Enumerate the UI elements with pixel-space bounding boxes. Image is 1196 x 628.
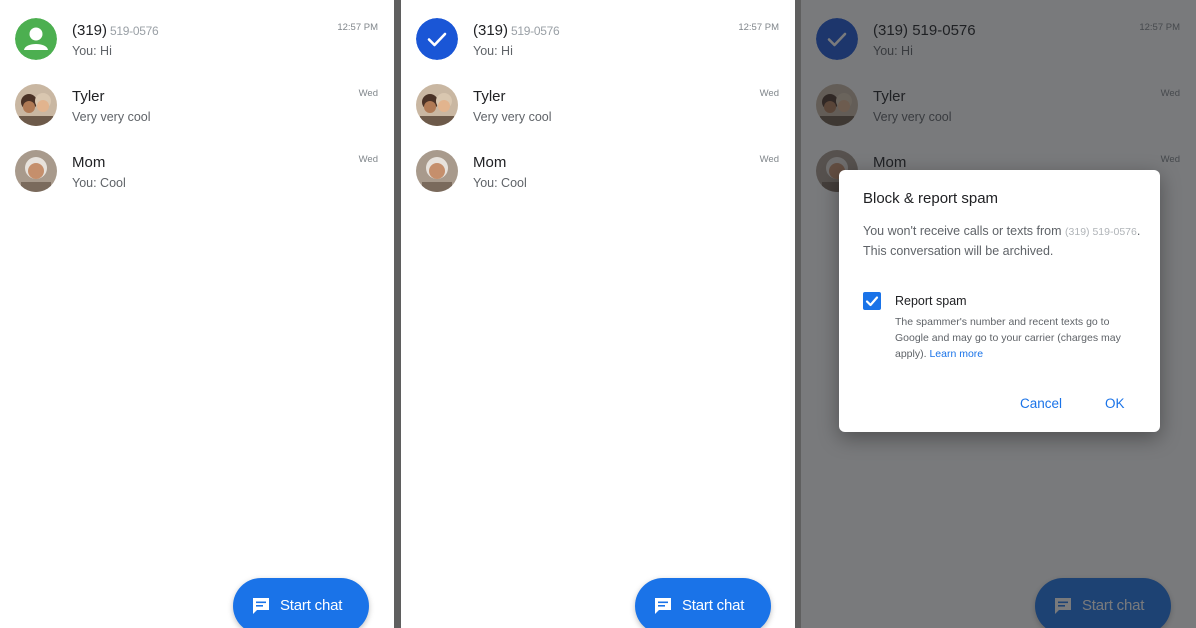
mom-avatar [15, 150, 57, 192]
conversation-time: Wed [759, 88, 779, 99]
ok-button[interactable]: OK [1105, 396, 1125, 411]
conversation-name: (319) 519-0576 [72, 22, 159, 39]
report-spam-checkbox[interactable] [863, 292, 881, 310]
conversation-preview: Very very cool [72, 110, 151, 124]
report-spam-label: Report spam [895, 294, 967, 308]
conversation-time: 12:57 PM [738, 22, 779, 33]
cancel-button[interactable]: Cancel [1020, 396, 1062, 411]
tyler-avatar [416, 84, 458, 126]
mom-avatar [416, 150, 458, 192]
conversation-preview: You: Cool [473, 176, 527, 190]
conversation-time: Wed [759, 154, 779, 165]
tyler-avatar [15, 84, 57, 126]
start-chat-button[interactable]: Start chat [635, 578, 771, 628]
contact-avatar-icon [15, 18, 57, 60]
conversation-name: Tyler [473, 88, 506, 105]
dialog-body: You won't receive calls or texts from (3… [863, 224, 1141, 258]
learn-more-link[interactable]: Learn more [929, 348, 983, 360]
conversation-row-mom[interactable]: Mom You: Cool Wed [401, 150, 795, 210]
start-chat-label: Start chat [682, 597, 745, 614]
conversation-name: Tyler [72, 88, 105, 105]
conversation-row-tyler[interactable]: Tyler Very very cool Wed [0, 84, 394, 144]
conversation-row-unknown[interactable]: (319) 519-0576 You: Hi 12:57 PM [0, 18, 394, 78]
conversation-time: Wed [358, 154, 378, 165]
conversation-row-mom[interactable]: Mom You: Cool Wed [0, 150, 394, 210]
selected-check-icon [416, 18, 458, 60]
conversation-name: Mom [72, 154, 106, 171]
block-report-screen: (319) 519-0576 You: Hi 12:57 PM Tyler Ve… [801, 0, 1196, 628]
report-spam-description: The spammer's number and recent texts go… [895, 316, 1121, 360]
dialog-title: Block & report spam [863, 190, 999, 207]
block-report-dialog: Block & report spam You won't receive ca… [839, 170, 1160, 432]
start-chat-button[interactable]: Start chat [233, 578, 369, 628]
start-chat-label: Start chat [280, 597, 343, 614]
chat-icon [253, 598, 269, 614]
conversation-name: Mom [473, 154, 507, 171]
chat-icon [655, 598, 671, 614]
conversation-row-unknown-selected[interactable]: (319) 519-0576 You: Hi 12:57 PM [401, 18, 795, 78]
conversation-time: Wed [358, 88, 378, 99]
conversation-preview: Very very cool [473, 110, 552, 124]
conversation-preview: You: Cool [72, 176, 126, 190]
conversation-row-tyler[interactable]: Tyler Very very cool Wed [401, 84, 795, 144]
conversation-list-screen: (319) 519-0576 You: Hi 12:57 PM Tyler Ver… [0, 0, 394, 628]
conversation-name: (319) 519-0576 [473, 22, 560, 39]
conversation-time: 12:57 PM [337, 22, 378, 33]
check-icon [865, 296, 879, 307]
conversation-selected-screen: (319) 519-0576 You: Hi 12:57 PM Tyler Ver… [401, 0, 795, 628]
conversation-preview: You: Hi [72, 44, 112, 58]
conversation-preview: You: Hi [473, 44, 513, 58]
